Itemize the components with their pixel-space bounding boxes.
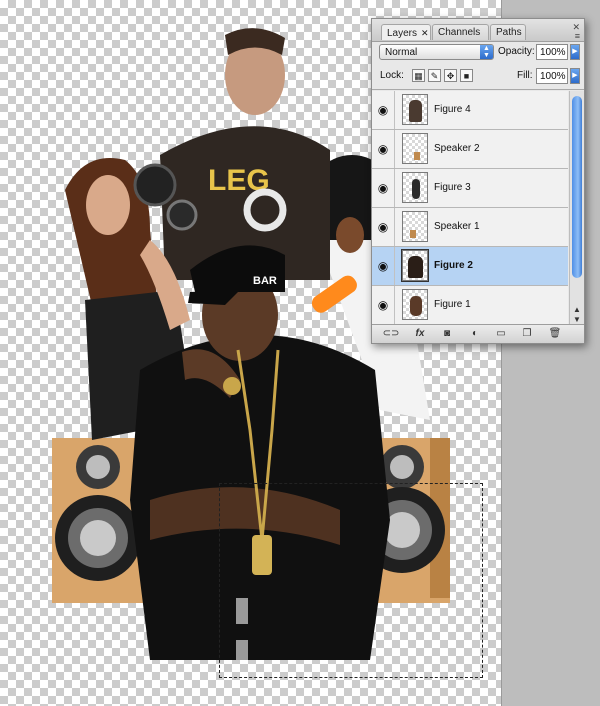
lock-pixels-icon[interactable]: ✎	[428, 69, 441, 82]
blend-mode-value: Normal	[385, 47, 418, 58]
fill-field[interactable]: 100%	[536, 68, 568, 84]
panel-bottom-toolbar: ⊂⊃ fx ◙ ◐ ▭ ❐ 🗑	[372, 324, 584, 343]
layer-thumbnail	[402, 289, 428, 320]
layer-name: Figure 4	[434, 104, 471, 115]
opacity-value: 100%	[540, 47, 566, 58]
eye-icon[interactable]: ◉	[372, 208, 395, 246]
opacity-field[interactable]: 100%	[536, 44, 568, 60]
adjustment-icon[interactable]: ◐	[468, 327, 482, 340]
panel-tab-bar: Layers ✕ Channels Paths ✕	[372, 19, 584, 42]
chevron-right-icon: ▶	[571, 45, 579, 59]
layer-name: Speaker 2	[434, 143, 480, 154]
eye-icon[interactable]: ◉	[372, 169, 395, 207]
layer-name: Speaker 1	[434, 221, 480, 232]
layer-name: Figure 2	[434, 260, 473, 271]
lock-label: Lock:	[380, 70, 404, 81]
select-arrows-icon: ▲ ▼	[480, 45, 493, 59]
eye-icon[interactable]: ◉	[372, 286, 395, 324]
layer-figure-2[interactable]: ◉ Figure 2	[372, 247, 568, 286]
layer-figure-4[interactable]: ◉ Figure 4	[372, 91, 568, 130]
lock-position-icon[interactable]: ✥	[444, 69, 457, 82]
layer-speaker-1[interactable]: ◉ Speaker 1	[372, 208, 568, 247]
fx-icon[interactable]: fx	[412, 327, 428, 340]
tab-channels[interactable]: Channels	[432, 24, 489, 40]
chevron-right-icon: ▶	[571, 69, 579, 83]
cap-print: BAR	[253, 275, 277, 287]
fill-label: Fill:	[517, 70, 533, 81]
layer-speaker-2[interactable]: ◉ Speaker 2	[372, 130, 568, 169]
layer-name: Figure 3	[434, 182, 471, 193]
scroll-down-icon[interactable]: ▼	[571, 315, 583, 324]
layers-scrollbar[interactable]: ▲ ▼	[569, 91, 584, 325]
folder-icon[interactable]: ▭	[494, 327, 508, 340]
fill-value: 100%	[540, 71, 566, 82]
panel-menu-icon[interactable]: ≡	[575, 31, 580, 41]
link-icon[interactable]: ⊂⊃	[382, 327, 400, 340]
tab-close-icon[interactable]: ✕	[421, 28, 429, 38]
fill-slider-button[interactable]: ▶	[570, 68, 580, 84]
new-layer-icon[interactable]: ❐	[520, 327, 534, 340]
opacity-slider-button[interactable]: ▶	[570, 44, 580, 60]
layer-thumbnail	[402, 172, 428, 203]
layer-figure-1[interactable]: ◉ Figure 1	[372, 286, 568, 325]
lock-transparency-icon[interactable]: ▦	[412, 69, 425, 82]
tab-channels-label: Channels	[438, 27, 481, 38]
opacity-label: Opacity:	[498, 46, 535, 57]
lock-all-icon[interactable]: ■	[460, 69, 473, 82]
blend-opacity-row: Normal ▲ ▼ Opacity: 100% ▶ ≡	[372, 31, 584, 65]
layers-panel: Layers ✕ Channels Paths ✕ Normal ▲ ▼ Opaci…	[371, 18, 585, 344]
layer-thumbnail	[402, 211, 428, 242]
trash-icon[interactable]: 🗑	[548, 327, 562, 340]
tab-layers-label: Layers	[387, 28, 418, 39]
tab-paths-label: Paths	[496, 27, 522, 38]
layer-thumbnail	[402, 94, 428, 125]
scrollbar-thumb[interactable]	[572, 96, 582, 278]
eye-icon[interactable]: ◉	[372, 247, 395, 285]
figure-4: LEG	[160, 28, 330, 280]
selection-marquee[interactable]	[219, 483, 483, 678]
mask-icon[interactable]: ◙	[440, 327, 454, 340]
tab-layers[interactable]: Layers ✕	[381, 24, 431, 40]
layer-name: Figure 1	[434, 299, 471, 310]
layer-thumbnail	[402, 133, 428, 164]
lock-fill-row: Lock: ▦ ✎ ✥ ■ Fill: 100% ▶	[372, 67, 584, 90]
layer-figure-3[interactable]: ◉ Figure 3	[372, 169, 568, 208]
layer-thumbnail	[401, 249, 429, 282]
layers-list: ◉ Figure 4 ◉ Speaker 2 ◉ Figure 3 ◉ Spea…	[372, 91, 568, 325]
tab-paths[interactable]: Paths	[490, 24, 526, 40]
eye-icon[interactable]: ◉	[372, 91, 395, 129]
blend-mode-select[interactable]: Normal ▲ ▼	[379, 44, 494, 60]
scroll-up-icon[interactable]: ▲	[571, 305, 583, 314]
eye-icon[interactable]: ◉	[372, 130, 395, 168]
